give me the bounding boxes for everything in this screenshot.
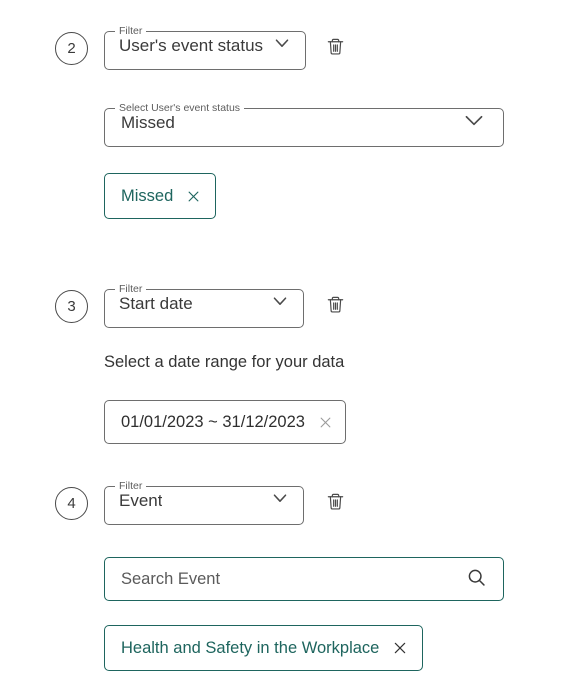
chevron-down-icon bbox=[271, 32, 293, 59]
step-number-label: 2 bbox=[67, 40, 76, 57]
chevron-down-icon bbox=[461, 107, 487, 138]
search-icon bbox=[466, 567, 487, 591]
filter-type-value: User's event status bbox=[119, 35, 264, 55]
date-range-input[interactable]: 01/01/2023 ~ 31/12/2023 bbox=[104, 400, 346, 444]
close-icon[interactable] bbox=[392, 640, 408, 656]
event-search-box[interactable] bbox=[104, 557, 504, 601]
selected-chip-event[interactable]: Health and Safety in the Workplace bbox=[104, 625, 424, 671]
trash-icon bbox=[326, 294, 345, 318]
chevron-down-icon bbox=[269, 290, 291, 317]
date-range-value: 01/01/2023 ~ 31/12/2023 bbox=[121, 412, 305, 431]
chip-label: Health and Safety in the Workplace bbox=[121, 638, 380, 657]
delete-filter-button-4[interactable] bbox=[322, 488, 348, 518]
filter-type-select-2[interactable]: Filter User's event status bbox=[104, 26, 307, 70]
trash-icon bbox=[326, 491, 345, 515]
chip-label: Missed bbox=[121, 186, 174, 205]
delete-filter-button-2[interactable] bbox=[322, 33, 348, 63]
chevron-down-icon bbox=[269, 487, 291, 514]
user-event-status-select[interactable]: Select User's event status Missed bbox=[104, 103, 504, 147]
trash-icon bbox=[326, 36, 345, 60]
step-number-badge-3: 3 bbox=[55, 290, 88, 323]
filter-type-value: Start date bbox=[119, 293, 193, 313]
search-button[interactable] bbox=[466, 567, 487, 591]
date-range-label: Select a date range for your data bbox=[104, 353, 345, 371]
filter-type-select-4[interactable]: Filter Event bbox=[104, 481, 304, 525]
filter-builder-panel: 2 Filter User's event status Select User… bbox=[0, 0, 562, 690]
user-event-status-value: Missed bbox=[121, 112, 175, 132]
delete-filter-button-3[interactable] bbox=[322, 291, 348, 321]
step-number-label: 4 bbox=[67, 495, 76, 512]
search-input[interactable] bbox=[121, 558, 458, 600]
selected-chip-missed[interactable]: Missed bbox=[104, 173, 217, 219]
step-number-label: 3 bbox=[67, 298, 76, 315]
step-number-badge-4: 4 bbox=[55, 487, 88, 520]
filter-type-select-3[interactable]: Filter Start date bbox=[104, 284, 304, 328]
step-number-badge-2: 2 bbox=[55, 32, 88, 65]
close-icon[interactable] bbox=[318, 415, 333, 430]
filter-type-value: Event bbox=[119, 490, 163, 510]
close-icon[interactable] bbox=[186, 189, 201, 204]
